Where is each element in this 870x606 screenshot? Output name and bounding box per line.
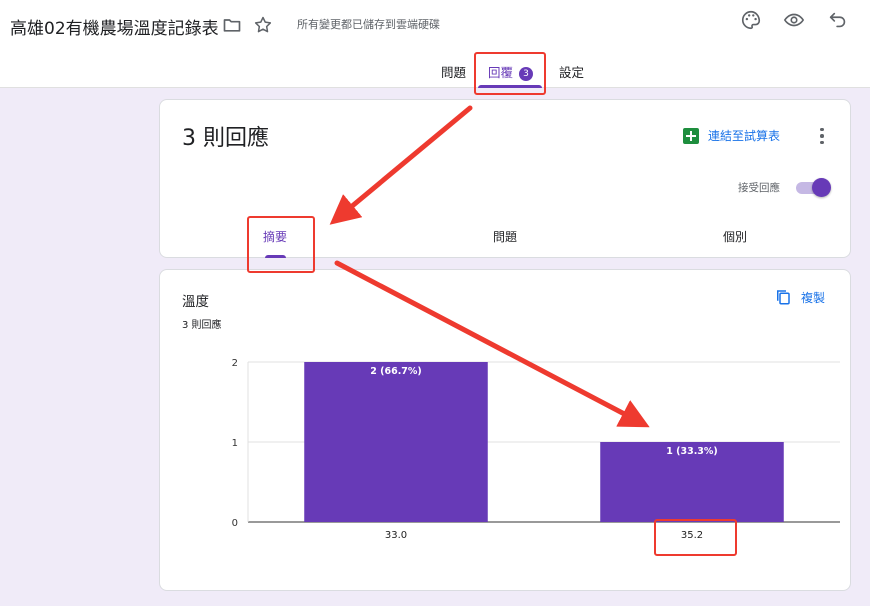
sheets-icon [683, 127, 699, 144]
question-summary-card: 溫度 3 則回應 複製 0122 (66.7%) 33.0 1 (33.3%) 35.… [159, 269, 851, 591]
y-tick-label: 1 [232, 438, 238, 449]
folder-icon[interactable] [220, 13, 244, 37]
tab-settings[interactable]: 設定 [559, 62, 584, 81]
subtab-individual[interactable]: 個別 [723, 228, 747, 245]
top-bar: 高雄02有機農場溫度記錄表 所有變更都已儲存到雲端硬碟 問題 回覆 3 設定 [0, 0, 870, 88]
annotation-box-responses-tab [474, 52, 546, 95]
tab-label: 設定 [559, 65, 585, 80]
more-options-icon[interactable] [812, 124, 832, 148]
bar-chart: 0122 (66.7%)33.01 (33.3%)35.2 [232, 358, 840, 541]
accept-responses-label: 接受回應 [738, 182, 780, 194]
star-icon[interactable] [251, 13, 275, 37]
annotation-box-summary-subtab [247, 216, 315, 273]
link-to-sheets-label: 連結至試算表 [708, 129, 781, 143]
y-tick-label: 0 [232, 518, 238, 529]
palette-icon[interactable] [739, 8, 763, 32]
form-title[interactable]: 高雄02有機農場溫度記錄表 [10, 14, 219, 39]
link-to-sheets-button[interactable]: 連結至試算表 [683, 127, 780, 144]
y-tick-label: 2 [232, 358, 238, 369]
toggle-knob[interactable] [812, 178, 831, 197]
bar-data-label: 1 (33.3%) [666, 446, 718, 457]
tab-label: 問題 [441, 65, 467, 80]
response-count-heading: 3 則回應 [182, 126, 269, 151]
tab-questions[interactable]: 問題 [441, 62, 466, 81]
annotation-box-category-label [654, 519, 737, 556]
x-tick-label: 33.0 [385, 530, 407, 541]
bar-data-label: 2 (66.7%) [370, 366, 422, 377]
bar [304, 362, 488, 522]
undo-icon[interactable] [826, 8, 850, 32]
save-status: 所有變更都已儲存到雲端硬碟 [297, 18, 440, 31]
subtab-question[interactable]: 問題 [493, 228, 517, 245]
eye-icon[interactable] [782, 8, 806, 32]
